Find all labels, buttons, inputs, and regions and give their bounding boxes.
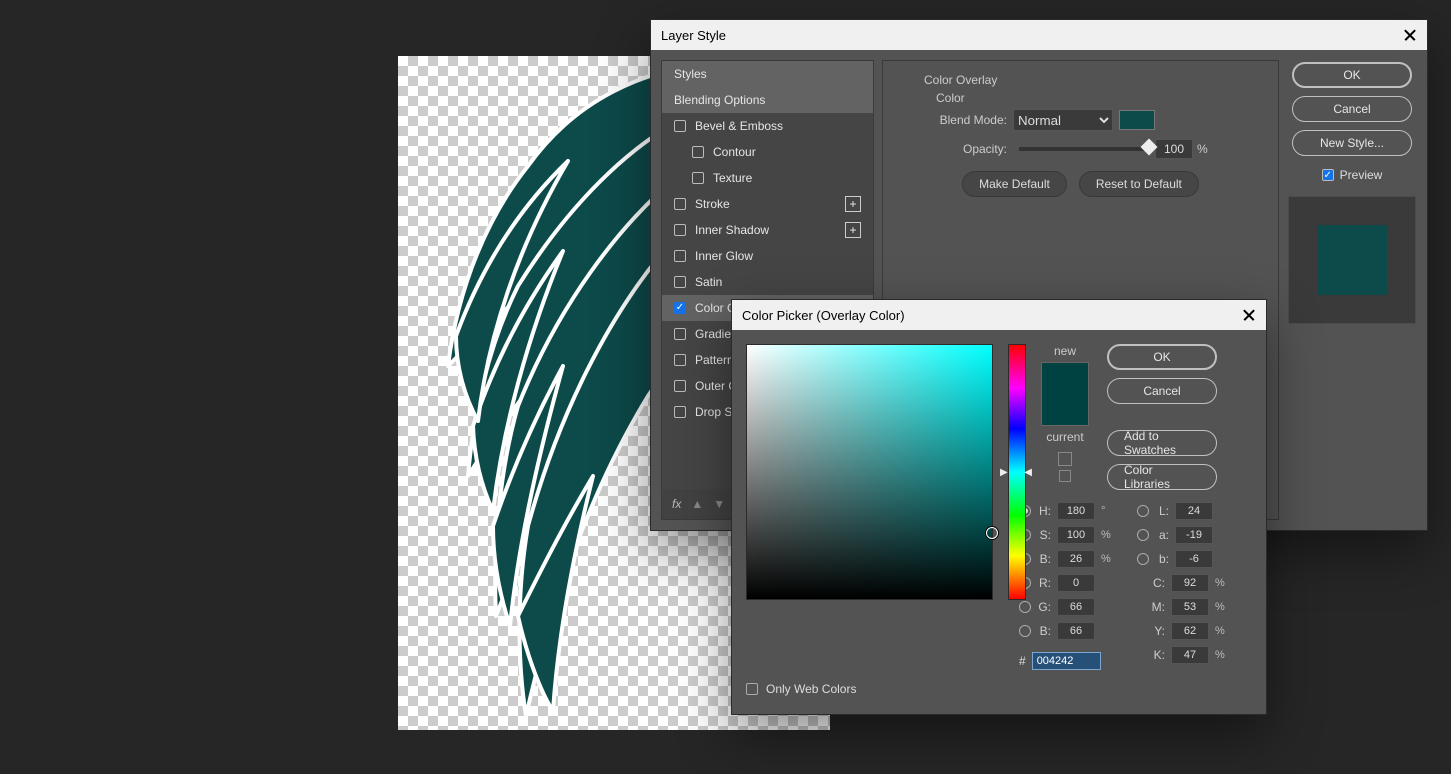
satin-item[interactable]: Satin [662, 269, 873, 295]
inner-glow-item[interactable]: Inner Glow [662, 243, 873, 269]
color-picker-dialog: Color Picker (Overlay Color) ▶ ◀ new cur… [731, 299, 1267, 715]
bevel-emboss-item[interactable]: Bevel & Emboss [662, 113, 873, 139]
b-input[interactable] [1057, 550, 1095, 568]
opacity-label: Opacity: [898, 142, 1013, 156]
a-radio[interactable] [1137, 529, 1149, 541]
new-label: new [1054, 344, 1076, 358]
hue-arrow-left-icon: ▶ [1000, 467, 1008, 478]
hue-arrow-right-icon: ◀ [1024, 467, 1032, 478]
l-radio[interactable] [1137, 505, 1149, 517]
section-title: Color Overlay [924, 73, 1263, 87]
b-radio[interactable] [1019, 625, 1031, 637]
blend-mode-label: Blend Mode: [898, 113, 1013, 127]
s-input[interactable] [1057, 526, 1095, 544]
overlay-color-swatch[interactable] [1119, 110, 1155, 130]
lb-radio[interactable] [1137, 553, 1149, 565]
layer-style-title: Layer Style [661, 28, 726, 43]
g-radio[interactable] [1019, 601, 1031, 613]
cancel-button[interactable]: Cancel [1107, 378, 1217, 404]
fx-icon[interactable]: fx [672, 497, 681, 511]
preview-swatch [1317, 225, 1387, 295]
color-picker-title: Color Picker (Overlay Color) [742, 308, 905, 323]
hue-slider[interactable]: ▶ ◀ [1008, 344, 1026, 600]
only-web-colors-checkbox[interactable] [746, 683, 758, 695]
add-effect-icon[interactable]: + [845, 196, 861, 212]
cancel-button[interactable]: Cancel [1292, 96, 1412, 122]
checkbox-icon[interactable] [674, 406, 686, 418]
lb-input[interactable] [1175, 550, 1213, 568]
inner-shadow-item[interactable]: Inner Shadow+ [662, 217, 873, 243]
color-picker-buttons: OK Cancel Add to Swatches Color Librarie… [1107, 344, 1231, 670]
checkbox-icon[interactable] [674, 354, 686, 366]
color-picker-titlebar[interactable]: Color Picker (Overlay Color) [732, 300, 1266, 330]
layer-style-right-panel: OK Cancel New Style... ✓ Preview [1287, 60, 1417, 520]
checkbox-icon[interactable] [692, 172, 704, 184]
texture-item[interactable]: Texture [662, 165, 873, 191]
opacity-input[interactable] [1155, 139, 1193, 159]
r-input[interactable] [1057, 574, 1095, 592]
current-label: current [1046, 430, 1083, 444]
checkbox-icon[interactable] [674, 224, 686, 236]
web-safe-icon[interactable] [1059, 470, 1071, 482]
reset-default-button[interactable]: Reset to Default [1079, 171, 1199, 197]
close-icon[interactable] [1242, 308, 1256, 322]
k-input[interactable] [1171, 646, 1209, 664]
opacity-unit: % [1197, 142, 1208, 156]
checkbox-icon[interactable] [674, 250, 686, 262]
arrow-up-icon[interactable]: ▲ [691, 497, 703, 511]
stroke-item[interactable]: Stroke+ [662, 191, 873, 217]
section-subtitle: Color [936, 91, 1263, 105]
close-icon[interactable] [1403, 28, 1417, 42]
ok-button[interactable]: OK [1107, 344, 1217, 370]
checkbox-icon[interactable] [674, 276, 686, 288]
blend-mode-select[interactable]: Normal [1013, 109, 1113, 131]
preview-label[interactable]: Preview [1340, 168, 1383, 182]
new-style-button[interactable]: New Style... [1292, 130, 1412, 156]
blending-options-item[interactable]: Blending Options [662, 87, 873, 113]
hex-input[interactable] [1032, 652, 1101, 670]
g-input[interactable] [1057, 598, 1095, 616]
add-effect-icon[interactable]: + [845, 222, 861, 238]
color-libraries-button[interactable]: Color Libraries [1107, 464, 1217, 490]
b2-input[interactable] [1057, 622, 1095, 640]
checkbox-icon[interactable] [674, 380, 686, 392]
checkbox-icon[interactable] [692, 146, 704, 158]
a-input[interactable] [1175, 526, 1213, 544]
contour-item[interactable]: Contour [662, 139, 873, 165]
y-input[interactable] [1171, 622, 1209, 640]
l-input[interactable] [1175, 502, 1213, 520]
c-input[interactable] [1171, 574, 1209, 592]
checkbox-icon[interactable] [674, 198, 686, 210]
saturation-value-field[interactable] [746, 344, 993, 600]
opacity-slider[interactable] [1019, 147, 1149, 151]
checkbox-icon[interactable] [674, 120, 686, 132]
only-web-colors-label: Only Web Colors [766, 682, 856, 696]
hex-label: # [1019, 654, 1026, 668]
styles-header[interactable]: Styles [662, 61, 873, 87]
layer-style-titlebar[interactable]: Layer Style [651, 20, 1427, 50]
arrow-down-icon[interactable]: ▼ [713, 497, 725, 511]
new-current-swatch[interactable] [1041, 362, 1089, 426]
color-picker-cursor-icon[interactable] [986, 527, 998, 539]
h-input[interactable] [1057, 502, 1095, 520]
cube-icon[interactable] [1058, 452, 1072, 466]
make-default-button[interactable]: Make Default [962, 171, 1067, 197]
checkbox-icon[interactable] [674, 302, 686, 314]
ok-button[interactable]: OK [1292, 62, 1412, 88]
m-input[interactable] [1171, 598, 1209, 616]
preview-box [1288, 196, 1416, 324]
checkbox-icon[interactable] [674, 328, 686, 340]
add-to-swatches-button[interactable]: Add to Swatches [1107, 430, 1217, 456]
